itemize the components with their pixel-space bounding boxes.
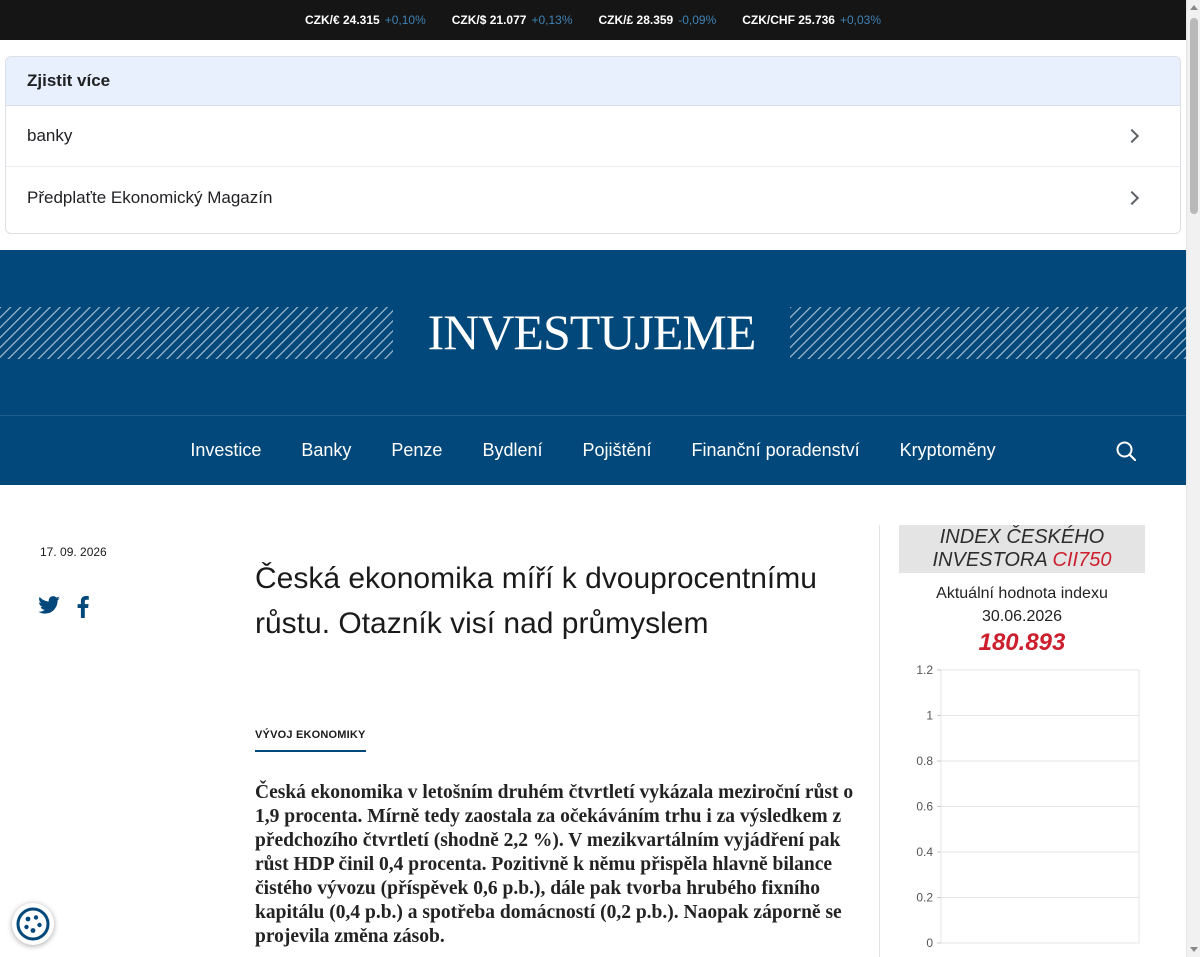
page-scrollbar[interactable] bbox=[1186, 0, 1200, 957]
main-nav: Investice Banky Penze Bydlení Pojištění … bbox=[0, 415, 1186, 485]
cookie-icon bbox=[16, 907, 50, 941]
nav-item-kryptomeny[interactable]: Kryptoměny bbox=[900, 440, 996, 461]
chevron-right-icon bbox=[1124, 128, 1140, 144]
ticker-item-gbp: CZK/£ 28.359 -0,09% bbox=[599, 13, 717, 27]
article-lead: Česká ekonomika v letošním druhém čtvrtl… bbox=[255, 782, 854, 947]
currency-ticker: CZK/€ 24.315 +0,10% CZK/$ 21.077 +0,13% … bbox=[0, 0, 1186, 40]
chevron-right-icon bbox=[1124, 190, 1140, 205]
facebook-icon[interactable] bbox=[77, 596, 89, 618]
index-title-line1: INDEX ČESKÉHO bbox=[939, 526, 1105, 548]
chart-y-tick-label: 0 bbox=[926, 936, 933, 950]
ticker-change: +0,03% bbox=[839, 13, 882, 27]
nav-item-investice[interactable]: Investice bbox=[190, 440, 261, 461]
ticker-rate: CZK/£ 28.359 bbox=[598, 13, 674, 27]
scroll-down-arrow-icon[interactable] bbox=[1190, 947, 1198, 952]
learn-more-item-label: banky bbox=[27, 126, 73, 145]
learn-more-title: Zjistit více bbox=[6, 57, 1180, 106]
chart-y-tick-label: 1.2 bbox=[916, 663, 933, 677]
page: CZK/€ 24.315 +0,10% CZK/$ 21.077 +0,13% … bbox=[0, 0, 1200, 957]
decorative-stripes-left bbox=[0, 307, 393, 359]
index-chart: 0 0.2 0.4 0.6 0.8 1 1.2 bbox=[916, 663, 1140, 950]
nav-item-bydleni[interactable]: Bydlení bbox=[482, 440, 542, 461]
scrollbar-thumb[interactable] bbox=[1190, 18, 1198, 214]
article-title: Česká ekonomika míří k dvouprocentnímu r… bbox=[255, 562, 817, 640]
nav-item-pojisteni[interactable]: Pojištění bbox=[582, 440, 651, 461]
index-title-line2: INVESTORA CII750 bbox=[899, 549, 1145, 572]
nav-item-penze[interactable]: Penze bbox=[391, 440, 442, 461]
cookie-settings-button[interactable] bbox=[12, 903, 54, 945]
column-divider bbox=[879, 525, 880, 957]
learn-more-box: Zjistit více banky Předplaťte Ekonomický… bbox=[5, 56, 1181, 234]
learn-more-item-subscribe[interactable]: Předplaťte Ekonomický Magazín bbox=[6, 167, 1180, 228]
ticker-change: +0,13% bbox=[531, 13, 573, 27]
search-icon[interactable] bbox=[1116, 441, 1136, 461]
ticker-item-chf: CZK/CHF 25.736 +0,03% bbox=[742, 13, 881, 27]
index-title-accent: CII750 bbox=[1052, 549, 1112, 571]
index-value: 180.893 bbox=[978, 629, 1066, 656]
chart-y-tick-label: 0.8 bbox=[916, 754, 933, 768]
twitter-icon[interactable] bbox=[38, 596, 60, 614]
share-buttons bbox=[38, 596, 89, 618]
index-title-line2-text: INVESTORA bbox=[932, 549, 1047, 571]
chart-y-tick-label: 0.2 bbox=[916, 891, 933, 905]
chart-y-tick-label: 1 bbox=[926, 709, 933, 723]
scroll-up-arrow-icon[interactable] bbox=[1190, 5, 1198, 10]
learn-more-item-banky[interactable]: banky bbox=[6, 106, 1180, 167]
ticker-rate: CZK/CHF 25.736 bbox=[742, 13, 835, 27]
site-logo[interactable]: INVESTUJEME bbox=[393, 300, 790, 364]
masthead: INVESTUJEME bbox=[0, 250, 1186, 415]
nav-item-banky[interactable]: Banky bbox=[301, 440, 351, 461]
ticker-item-usd: CZK/$ 21.077 +0,13% bbox=[452, 13, 573, 27]
index-subtitle: Aktuální hodnota indexu bbox=[936, 585, 1108, 602]
learn-more-item-label: Předplaťte Ekonomický Magazín bbox=[27, 187, 273, 207]
ticker-item-eur: CZK/€ 24.315 +0,10% bbox=[305, 13, 426, 27]
nav-item-financni-poradenstvi[interactable]: Finanční poradenství bbox=[692, 440, 860, 461]
chart-y-tick-label: 0.4 bbox=[916, 845, 933, 859]
investor-index-widget: INDEX ČESKÉHO INVESTORA CII750 Aktuální … bbox=[899, 525, 1145, 657]
ticker-rate: CZK/$ 21.077 bbox=[451, 13, 527, 27]
decorative-stripes-right bbox=[790, 307, 1186, 359]
index-title: INDEX ČESKÉHO INVESTORA CII750 bbox=[899, 525, 1145, 573]
article-category[interactable]: VÝVOJ EKONOMIKY bbox=[255, 729, 366, 752]
article-date: 17. 09. 2026 bbox=[40, 545, 107, 559]
ticker-change: +0,10% bbox=[384, 13, 426, 27]
ticker-change: -0,09% bbox=[678, 13, 717, 27]
chart-y-tick-label: 0.6 bbox=[916, 800, 933, 814]
ticker-rate: CZK/€ 24.315 bbox=[304, 13, 380, 27]
index-date: 30.06.2026 bbox=[981, 608, 1063, 625]
